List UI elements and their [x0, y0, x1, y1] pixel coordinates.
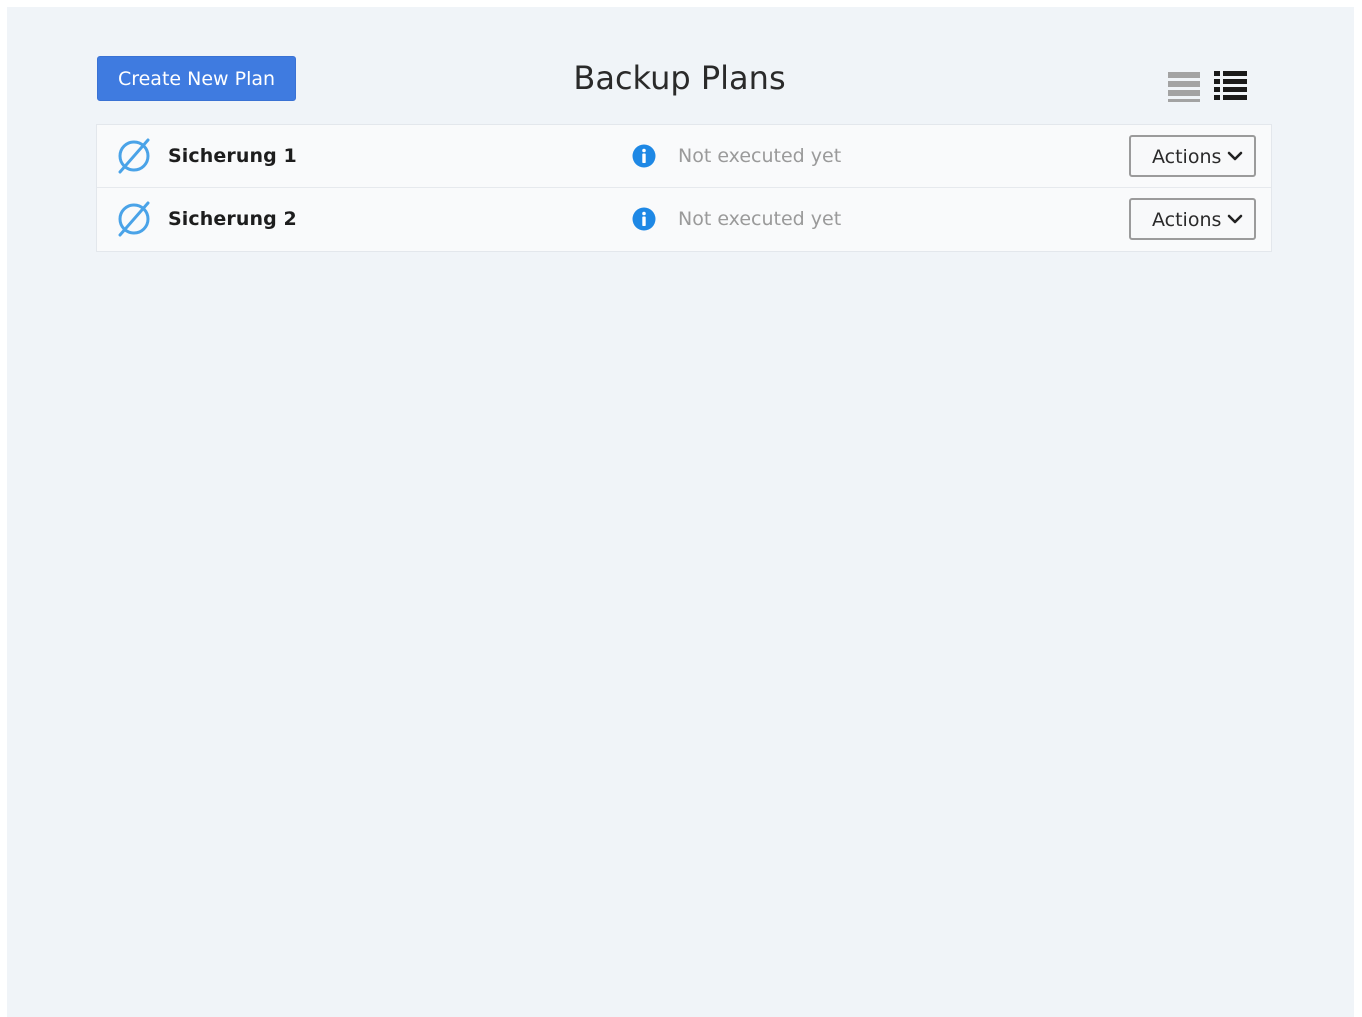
plan-status: Not executed yet: [678, 208, 842, 230]
plan-row[interactable]: Sicherung 1 Not executed yet Actions: [97, 125, 1271, 188]
plan-row[interactable]: Sicherung 2 Not executed yet Actions: [97, 188, 1271, 251]
plan-status: Not executed yet: [678, 145, 842, 167]
chevron-down-icon: [1227, 151, 1243, 161]
detailed-view-toggle[interactable]: [1214, 68, 1248, 102]
compact-list-icon: [1168, 72, 1200, 102]
actions-label: Actions: [1152, 209, 1222, 231]
actions-dropdown-button[interactable]: Actions: [1129, 135, 1256, 177]
actions-dropdown-button[interactable]: Actions: [1129, 198, 1256, 240]
info-icon: [632, 144, 656, 168]
actions-label: Actions: [1152, 146, 1222, 168]
empty-set-icon: [118, 138, 150, 174]
app-window: Create New Plan Backup Plans Sicherung 1…: [7, 7, 1354, 1017]
plan-name: Sicherung 2: [168, 208, 297, 230]
detailed-list-icon: [1214, 71, 1247, 100]
info-icon: [632, 207, 656, 231]
chevron-down-icon: [1227, 214, 1243, 224]
page-header: Create New Plan Backup Plans: [97, 56, 1262, 102]
compact-view-toggle[interactable]: [1167, 68, 1201, 102]
empty-set-icon: [118, 201, 150, 237]
plan-name: Sicherung 1: [168, 145, 297, 167]
create-new-plan-button[interactable]: Create New Plan: [97, 56, 296, 101]
backup-plans-list: Sicherung 1 Not executed yet Actions Sic…: [96, 124, 1272, 252]
